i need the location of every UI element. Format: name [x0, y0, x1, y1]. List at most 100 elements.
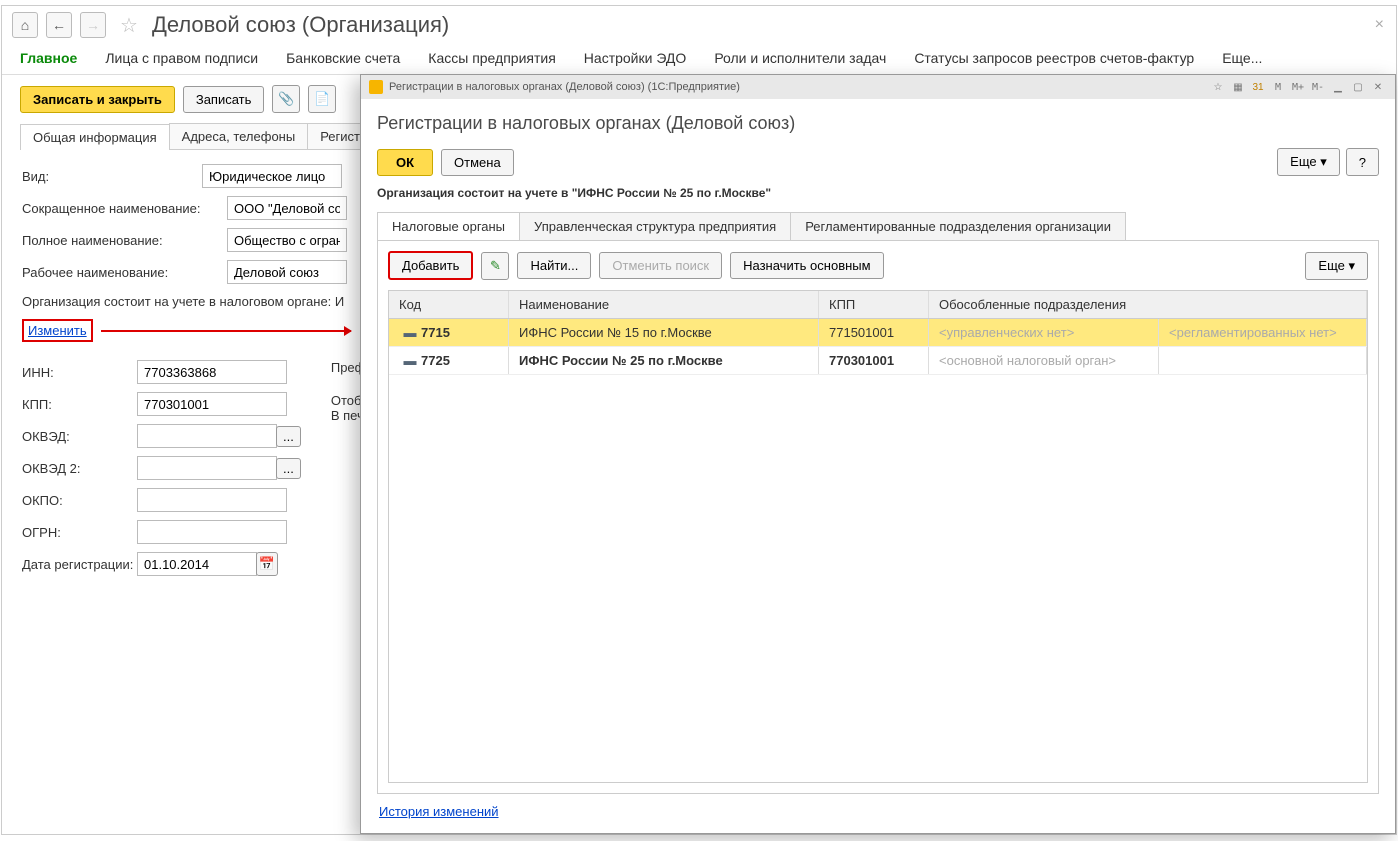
short-name-input[interactable]: [227, 196, 347, 220]
cell-code: 7725: [421, 353, 450, 368]
col-subdiv[interactable]: Обособленные подразделения: [929, 291, 1367, 318]
tab-struct[interactable]: Управленческая структура предприятия: [520, 213, 791, 240]
okved2-label: ОКВЭД 2:: [22, 461, 137, 476]
cell-kpp: 770301001: [819, 347, 929, 374]
panel-toolbar: Добавить ✎ Найти... Отменить поиск Назна…: [388, 251, 1368, 280]
window-title: Деловой союз (Организация): [152, 12, 449, 38]
dialog-title-text: Регистрации в налоговых органах (Деловой…: [389, 81, 1203, 93]
save-button[interactable]: Записать: [183, 86, 265, 113]
app-logo-icon: [369, 80, 383, 94]
m-plus-icon[interactable]: M+: [1289, 79, 1307, 95]
ogrn-label: ОГРН:: [22, 525, 137, 540]
cell-kpp: 771501001: [819, 319, 929, 346]
m-minus-icon[interactable]: M-: [1309, 79, 1327, 95]
change-link-annotation: Изменить: [22, 319, 93, 342]
row-icon: ▬: [399, 353, 421, 368]
tab-tax[interactable]: Налоговые органы: [378, 213, 520, 240]
table-header: Код Наименование КПП Обособленные подраз…: [389, 291, 1367, 319]
tab-general[interactable]: Общая информация: [20, 124, 170, 150]
inn-label: ИНН:: [22, 365, 137, 380]
home-icon[interactable]: ⌂: [12, 12, 38, 38]
ogrn-input[interactable]: [137, 520, 287, 544]
menu-main[interactable]: Главное: [20, 50, 77, 66]
cell-name: ИФНС России № 25 по г.Москве: [509, 347, 819, 374]
full-name-input[interactable]: [227, 228, 347, 252]
cancel-find-button[interactable]: Отменить поиск: [599, 252, 722, 279]
table-row[interactable]: ▬7725 ИФНС России № 25 по г.Москве 77030…: [389, 347, 1367, 375]
close-icon[interactable]: ×: [1375, 16, 1384, 34]
kpp-input[interactable]: [137, 392, 287, 416]
info-line: Организация состоит на учете в "ИФНС Рос…: [377, 186, 1379, 200]
maximize-icon[interactable]: ▢: [1349, 79, 1367, 95]
arrow-annotation: [101, 330, 351, 332]
calendar-sys-icon[interactable]: 31: [1249, 79, 1267, 95]
vid-input[interactable]: [202, 164, 342, 188]
tax-table: Код Наименование КПП Обособленные подраз…: [388, 290, 1368, 783]
minimize-icon[interactable]: ▁: [1329, 79, 1347, 95]
fav-icon[interactable]: ☆: [1209, 79, 1227, 95]
footer: История изменений: [377, 794, 1379, 819]
history-link[interactable]: История изменений: [379, 804, 499, 819]
dialog-heading: Регистрации в налоговых органах (Деловой…: [377, 113, 1379, 134]
work-name-input[interactable]: [227, 260, 347, 284]
menu-edo[interactable]: Настройки ЭДО: [584, 50, 687, 66]
change-link[interactable]: Изменить: [28, 323, 87, 338]
dialog-tabs: Налоговые органы Управленческая структур…: [377, 212, 1126, 240]
set-main-button[interactable]: Назначить основным: [730, 252, 883, 279]
short-label: Сокращенное наименование:: [22, 201, 227, 216]
attach-icon[interactable]: 📎: [272, 85, 300, 113]
cell-sub2: [1159, 347, 1367, 374]
list-icon[interactable]: 📄: [308, 85, 336, 113]
work-label: Рабочее наименование:: [22, 265, 227, 280]
titlebar: ⌂ ← → ☆ Деловой союз (Организация) ×: [2, 6, 1396, 44]
row-icon: ▬: [399, 325, 421, 340]
ok-button[interactable]: ОК: [377, 149, 433, 176]
close-dialog-icon[interactable]: ✕: [1369, 79, 1387, 95]
cell-sub1: <управленческих нет>: [929, 319, 1159, 346]
panel: Добавить ✎ Найти... Отменить поиск Назна…: [377, 240, 1379, 794]
back-icon[interactable]: ←: [46, 12, 72, 38]
okpo-input[interactable]: [137, 488, 287, 512]
edit-icon[interactable]: ✎: [481, 252, 509, 280]
menu-signers[interactable]: Лица с правом подписи: [105, 50, 258, 66]
star-icon[interactable]: ☆: [114, 13, 144, 38]
dialog-sysicons: ☆ ▦ 31 M M+ M- ▁ ▢ ✕: [1209, 79, 1387, 95]
okpo-label: ОКПО:: [22, 493, 137, 508]
more-button[interactable]: Еще ▾: [1277, 148, 1340, 176]
menu-statuses[interactable]: Статусы запросов реестров счетов-фактур: [914, 50, 1194, 66]
inn-input[interactable]: [137, 360, 287, 384]
add-button[interactable]: Добавить: [388, 251, 473, 280]
calc-icon[interactable]: ▦: [1229, 79, 1247, 95]
panel-more-button[interactable]: Еще ▾: [1305, 252, 1368, 280]
col-kpp[interactable]: КПП: [819, 291, 929, 318]
cell-sub1: <основной налоговый орган>: [929, 347, 1159, 374]
registrations-dialog: Регистрации в налоговых органах (Деловой…: [360, 74, 1396, 834]
col-code[interactable]: Код: [389, 291, 509, 318]
tab-regl[interactable]: Регламентированные подразделения организ…: [791, 213, 1125, 240]
dialog-titlebar: Регистрации в налоговых органах (Деловой…: [361, 75, 1395, 99]
menu-cash[interactable]: Кассы предприятия: [428, 50, 556, 66]
col-name[interactable]: Наименование: [509, 291, 819, 318]
menu-more[interactable]: Еще...: [1222, 50, 1262, 66]
cell-name: ИФНС России № 15 по г.Москве: [509, 319, 819, 346]
tab-addresses[interactable]: Адреса, телефоны: [169, 123, 309, 149]
calendar-icon[interactable]: 📅: [256, 552, 278, 576]
vid-label: Вид:: [22, 169, 202, 184]
m-icon[interactable]: M: [1269, 79, 1287, 95]
okved2-input[interactable]: [137, 456, 277, 480]
cancel-button[interactable]: Отмена: [441, 149, 514, 176]
menubar: Главное Лица с правом подписи Банковские…: [2, 44, 1396, 75]
table-row[interactable]: ▬7715 ИФНС России № 15 по г.Москве 77150…: [389, 319, 1367, 347]
okved-lookup-button[interactable]: ...: [276, 426, 301, 447]
okved2-lookup-button[interactable]: ...: [276, 458, 301, 479]
forward-icon[interactable]: →: [80, 12, 106, 38]
find-button[interactable]: Найти...: [517, 252, 591, 279]
help-button[interactable]: ?: [1346, 148, 1379, 176]
dialog-body: Регистрации в налоговых органах (Деловой…: [361, 99, 1395, 833]
cell-code: 7715: [421, 325, 450, 340]
menu-bank[interactable]: Банковские счета: [286, 50, 400, 66]
menu-roles[interactable]: Роли и исполнители задач: [714, 50, 886, 66]
save-and-close-button[interactable]: Записать и закрыть: [20, 86, 175, 113]
regdate-input[interactable]: [137, 552, 257, 576]
okved-input[interactable]: [137, 424, 277, 448]
